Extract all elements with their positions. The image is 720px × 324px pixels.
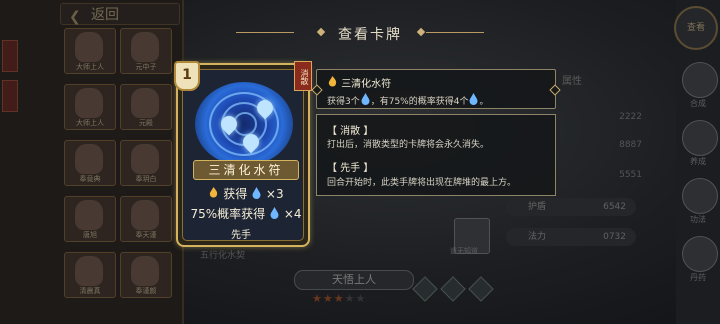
card-art-water-vortex bbox=[195, 82, 293, 166]
keyword-text-first-hand: 回合开始时，此类手牌将出现在牌堆的最上方。 bbox=[327, 178, 517, 188]
water-icon bbox=[361, 93, 370, 105]
keyword-text-dissipate: 打出后，消散类型的卡牌将会永久消失。 bbox=[327, 140, 490, 150]
card-tag-badge: 消散 bbox=[294, 61, 312, 91]
water-icon bbox=[270, 207, 279, 219]
water-icon bbox=[252, 187, 261, 199]
card-preview: 三清化水符 获得 ×3 75%概率获得 ×4 先手 1 消散 bbox=[174, 61, 312, 247]
card-description: 获得 ×3 75%概率获得 ×4 bbox=[189, 184, 303, 224]
card-frame: 三清化水符 获得 ×3 75%概率获得 ×4 先手 bbox=[182, 69, 304, 241]
keyword-panel: 【 消散 】 打出后，消散类型的卡牌将会永久消失。 【 先手 】 回合开始时，此… bbox=[316, 114, 556, 196]
keyword-title-dissipate: 【 消散 】 bbox=[327, 126, 374, 137]
keyword-title-first-hand: 【 先手 】 bbox=[327, 163, 374, 174]
fire-icon bbox=[210, 187, 218, 198]
title-decoration bbox=[236, 32, 294, 33]
card-keyword-footer: 先手 bbox=[231, 230, 251, 241]
card-info-header: 三清化水符 获得3个 ，有75%的概率获得4个。 bbox=[311, 69, 561, 109]
card-cost-badge: 1 bbox=[174, 61, 200, 91]
info-card-effect: 获得3个 ，有75%的概率获得4个。 bbox=[327, 93, 488, 107]
card-desc-line-1: 获得 ×3 bbox=[189, 184, 303, 204]
card-desc-line-2: 75%概率获得 ×4 bbox=[190, 207, 302, 221]
water-icon bbox=[469, 93, 478, 105]
title-decoration bbox=[426, 32, 484, 33]
fire-icon bbox=[328, 76, 337, 87]
card-name: 三清化水符 bbox=[193, 160, 299, 180]
info-card-name: 三清化水符 bbox=[327, 75, 391, 90]
